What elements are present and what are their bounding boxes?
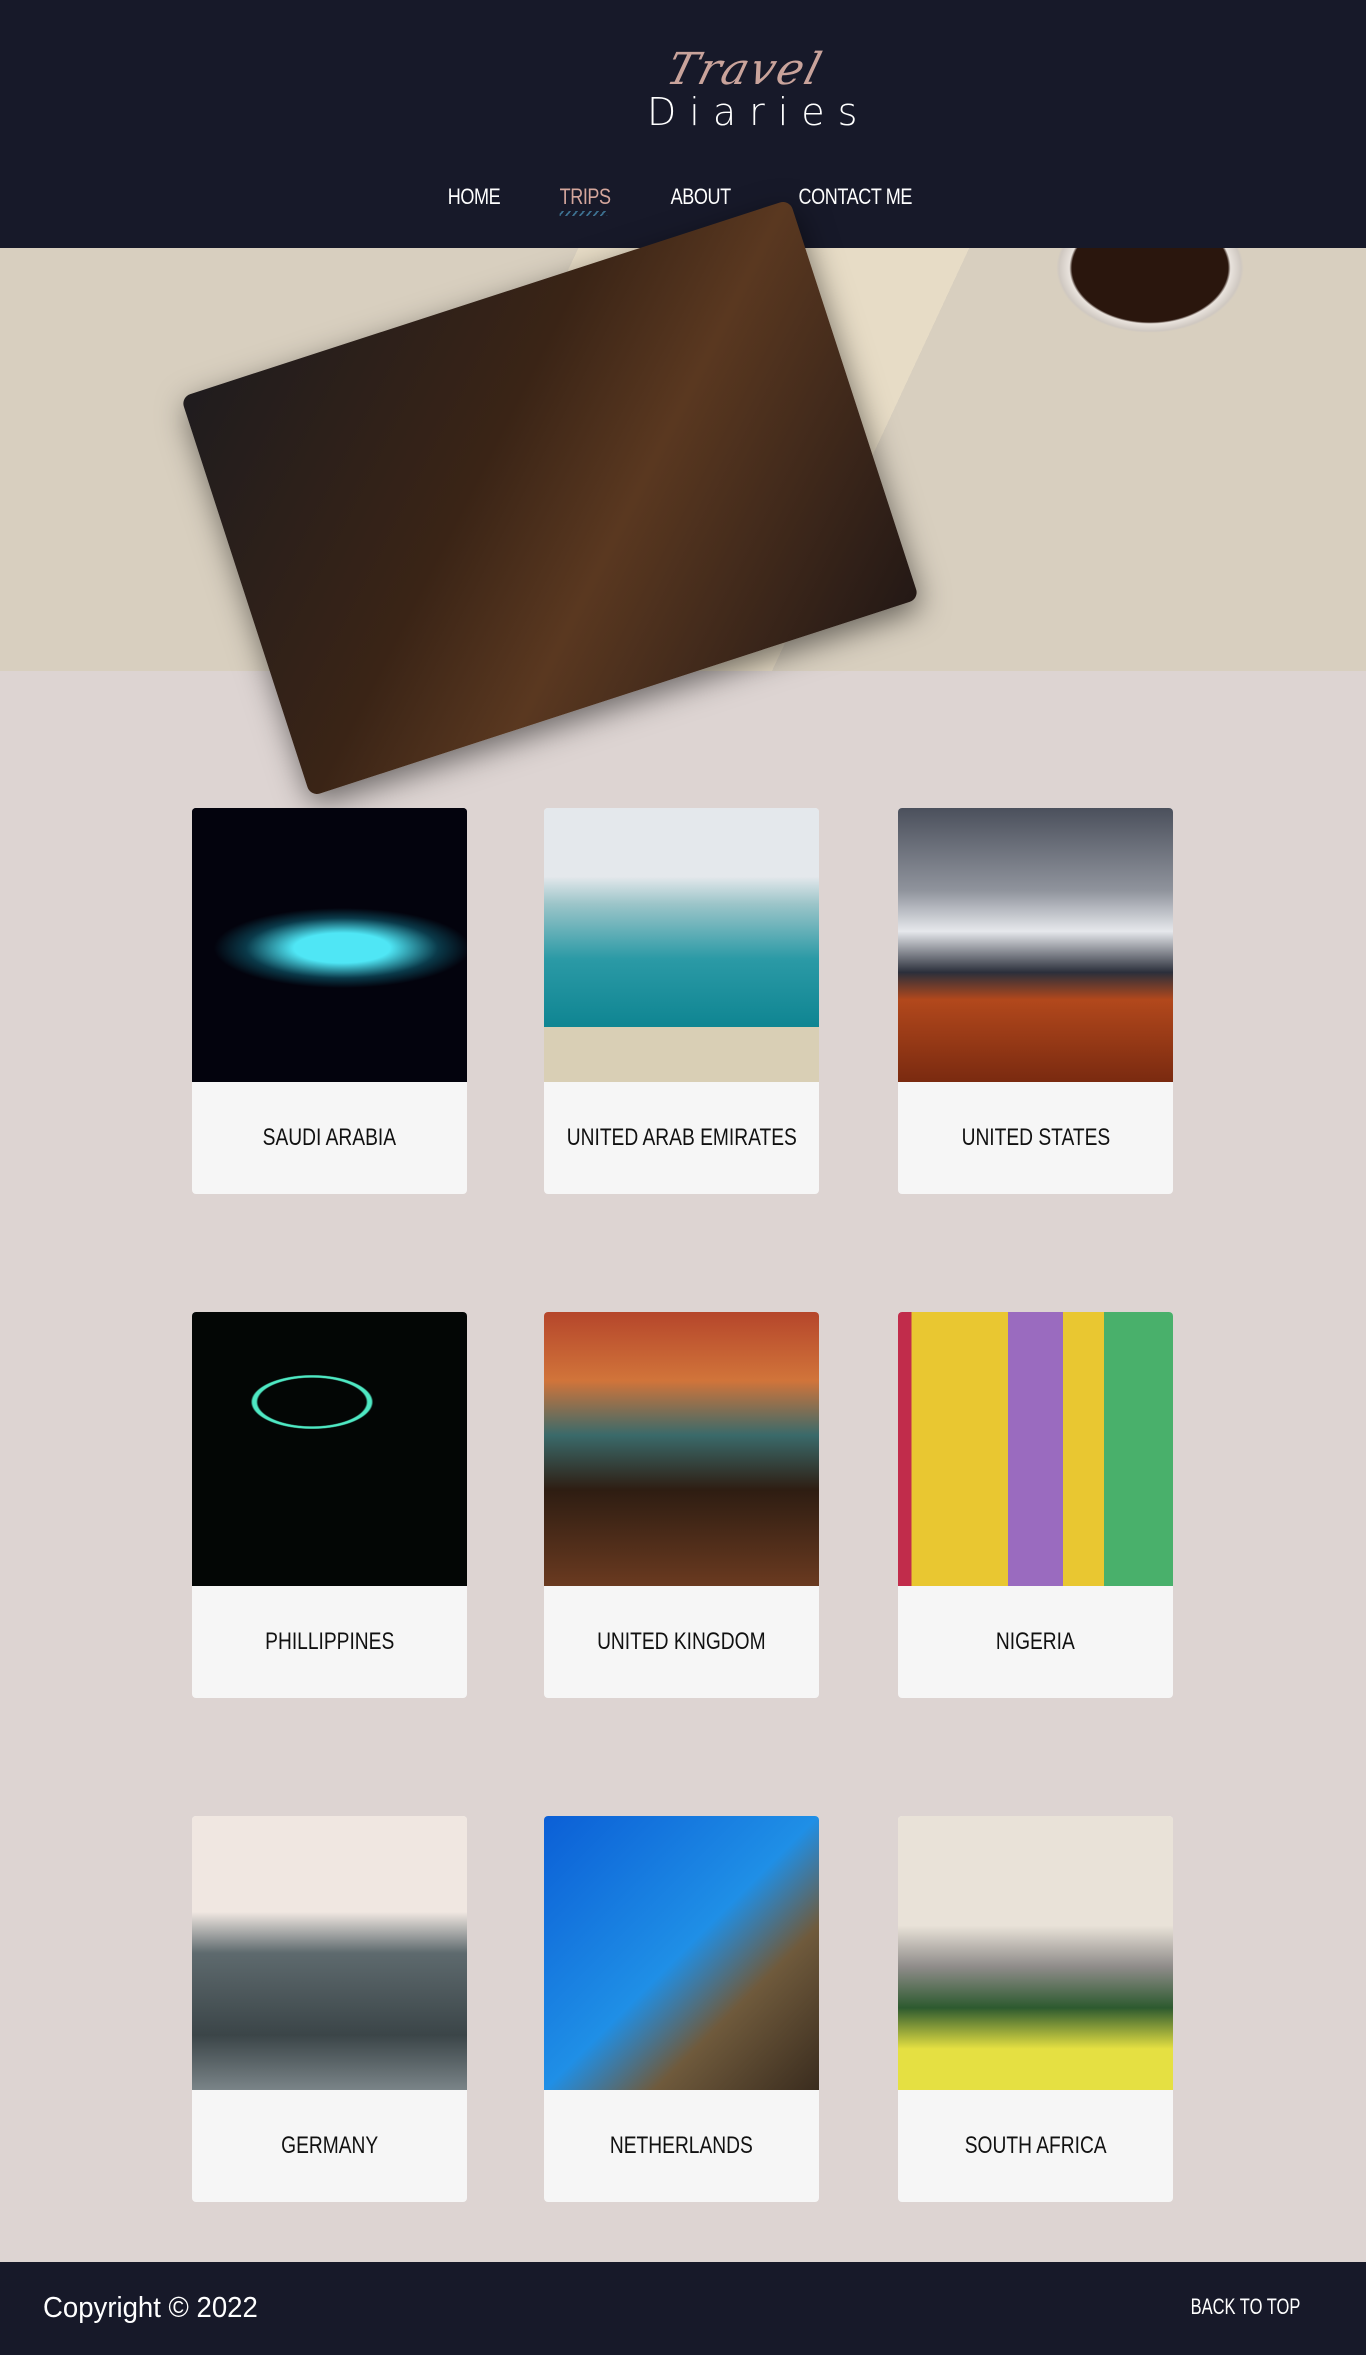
trip-label: GERMANY [280, 2132, 379, 2159]
site-footer: Copyright © 2022 BACK TO TOP [0, 2262, 1366, 2355]
trip-card[interactable]: UNITED KINGDOM [544, 1312, 819, 1698]
hero-book [180, 199, 920, 797]
logo-script: Travel [661, 44, 829, 95]
trip-card[interactable]: NIGERIA [898, 1312, 1173, 1698]
nav-home[interactable]: HOME [448, 184, 501, 210]
trip-card[interactable]: NETHERLANDS [544, 1816, 819, 2202]
trip-label: UNITED KINGDOM [597, 1628, 766, 1655]
trip-image[interactable] [544, 808, 819, 1082]
trip-image[interactable] [898, 1312, 1173, 1586]
trip-label: NETHERLANDS [610, 2132, 753, 2159]
trip-card[interactable]: GERMANY [192, 1816, 467, 2202]
site-header: Travel Diaries HOME TRIPS ABOUT CONTACT ME [0, 0, 1366, 248]
trip-label: PHILLIPPINES [264, 1628, 395, 1655]
trip-image[interactable] [192, 808, 467, 1082]
nav-contact[interactable]: CONTACT ME [798, 184, 912, 210]
back-to-top-link[interactable]: BACK TO TOP [1190, 2294, 1300, 2320]
main-nav: HOME TRIPS ABOUT CONTACT ME [0, 184, 1366, 216]
trip-image[interactable] [898, 1816, 1173, 2090]
trip-label: SOUTH AFRICA [964, 2132, 1107, 2159]
trip-card[interactable]: UNITED ARAB EMIRATES [544, 808, 819, 1194]
trip-label: SAUDI ARABIA [262, 1124, 397, 1151]
logo-main: Diaries [647, 90, 871, 134]
trip-label: UNITED STATES [961, 1124, 1110, 1151]
logo[interactable]: Travel Diaries [0, 44, 1366, 134]
nav-trips[interactable]: TRIPS [559, 184, 611, 216]
hero-image [0, 199, 1366, 797]
nav-about[interactable]: ABOUT [671, 184, 732, 210]
trip-card[interactable]: SOUTH AFRICA [898, 1816, 1173, 2202]
copyright-text: Copyright © 2022 [43, 2292, 258, 2324]
trip-image[interactable] [898, 808, 1173, 1082]
trip-image[interactable] [544, 1312, 819, 1586]
trip-card[interactable]: SAUDI ARABIA [192, 808, 467, 1194]
trip-card[interactable]: UNITED STATES [898, 808, 1173, 1194]
trip-label: NIGERIA [996, 1628, 1075, 1655]
trip-card[interactable]: PHILLIPPINES [192, 1312, 467, 1698]
trip-image[interactable] [192, 1312, 467, 1586]
trip-image[interactable] [192, 1816, 467, 2090]
trip-image[interactable] [544, 1816, 819, 2090]
trip-label: UNITED ARAB EMIRATES [566, 1124, 797, 1151]
